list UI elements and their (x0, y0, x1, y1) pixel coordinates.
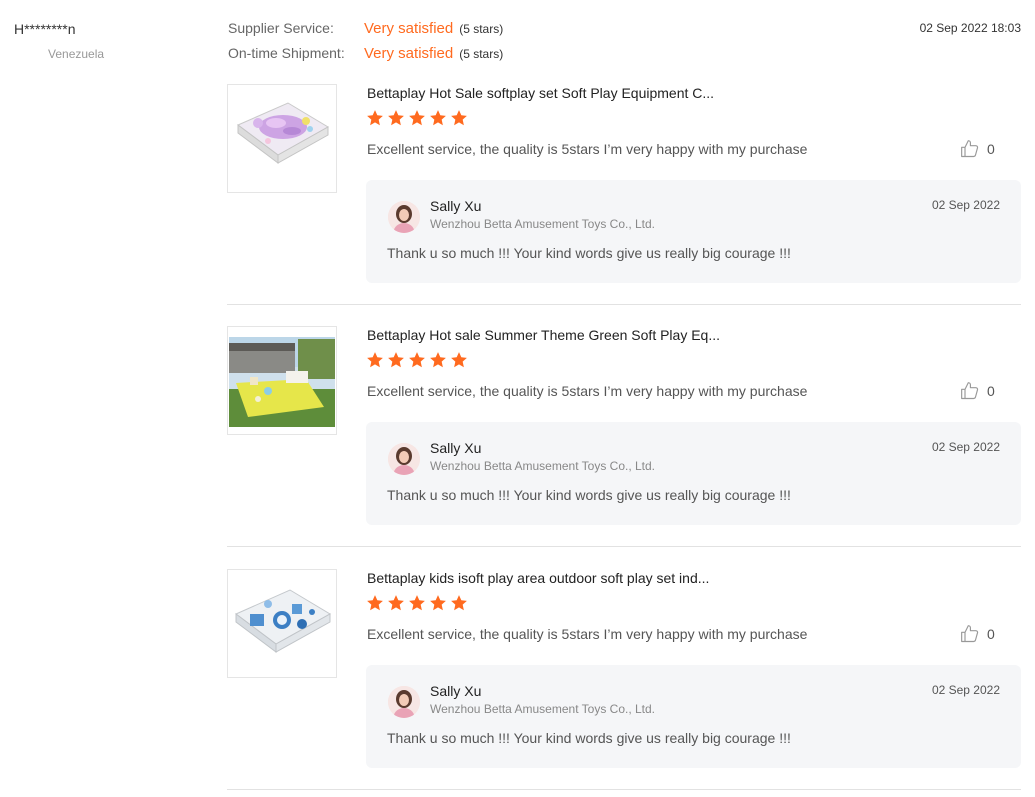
rating-value: Very satisfied (364, 20, 454, 37)
review-item: Bettaplay kids isoft play area outdoor s… (227, 569, 1021, 790)
reply-date: 02 Sep 2022 (931, 440, 1000, 454)
product-thumbnail[interactable] (227, 84, 337, 193)
like-count: 0 (987, 626, 995, 642)
ontime-shipment-rating: On-time Shipment: Very satisfied (5 stars) (228, 45, 503, 62)
star-icon (409, 352, 425, 368)
star-icon (388, 352, 404, 368)
reply-company: Wenzhou Betta Amusement Toys Co., Ltd. (430, 217, 656, 231)
thumbs-up-icon (961, 140, 979, 158)
star-icon (367, 595, 383, 611)
product-thumbnail[interactable] (227, 326, 337, 435)
star-icon (451, 110, 467, 126)
like-count: 0 (987, 141, 995, 157)
star-rating (366, 594, 468, 612)
reply-date: 02 Sep 2022 (931, 198, 1000, 212)
product-thumbnail[interactable] (227, 569, 337, 678)
divider (227, 546, 1021, 547)
rating-value: Very satisfied (364, 45, 454, 62)
rating-stars-text: (5 stars) (459, 47, 504, 61)
star-icon (409, 110, 425, 126)
review-text: Excellent service, the quality is 5stars… (367, 626, 808, 642)
rating-label: On-time Shipment: (228, 45, 345, 61)
like-count: 0 (987, 383, 995, 399)
star-rating (366, 351, 468, 369)
divider (227, 304, 1021, 305)
avatar (388, 443, 420, 475)
review-item: Bettaplay Hot Sale softplay set Soft Pla… (227, 84, 1021, 305)
star-icon (409, 595, 425, 611)
review-date: 02 Sep 2022 18:03 (919, 21, 1021, 35)
star-icon (430, 110, 446, 126)
like-button[interactable]: 0 (960, 624, 995, 644)
reply-date: 02 Sep 2022 (931, 683, 1000, 697)
star-icon (451, 595, 467, 611)
star-icon (430, 595, 446, 611)
star-rating (366, 109, 468, 127)
review-text: Excellent service, the quality is 5stars… (367, 383, 808, 399)
reply-author-name: Sally Xu (430, 683, 482, 699)
star-icon (388, 110, 404, 126)
divider (227, 789, 1021, 790)
review-item: Bettaplay Hot sale Summer Theme Green So… (227, 326, 1021, 547)
star-icon (367, 110, 383, 126)
buyer-name: H********n (14, 21, 76, 37)
supplier-reply: Sally Xu Wenzhou Betta Amusement Toys Co… (366, 422, 1021, 525)
star-icon (451, 352, 467, 368)
avatar (388, 686, 420, 718)
product-title[interactable]: Bettaplay Hot sale Summer Theme Green So… (367, 327, 720, 343)
review-text: Excellent service, the quality is 5stars… (367, 141, 808, 157)
reply-author-name: Sally Xu (430, 198, 482, 214)
product-title[interactable]: Bettaplay kids isoft play area outdoor s… (367, 570, 709, 586)
rating-stars-text: (5 stars) (459, 22, 504, 36)
buyer-country: Venezuela (48, 47, 105, 61)
product-title[interactable]: Bettaplay Hot Sale softplay set Soft Pla… (367, 85, 714, 101)
like-button[interactable]: 0 (960, 139, 995, 159)
avatar (388, 201, 420, 233)
reply-company: Wenzhou Betta Amusement Toys Co., Ltd. (430, 702, 656, 716)
thumbs-up-icon (961, 625, 979, 643)
reply-text: Thank u so much !!! Your kind words give… (387, 730, 791, 746)
supplier-service-rating: Supplier Service: Very satisfied (5 stars) (228, 20, 503, 37)
reply-text: Thank u so much !!! Your kind words give… (387, 245, 791, 261)
star-icon (367, 352, 383, 368)
reply-company: Wenzhou Betta Amusement Toys Co., Ltd. (430, 459, 656, 473)
like-button[interactable]: 0 (960, 381, 995, 401)
reply-text: Thank u so much !!! Your kind words give… (387, 487, 791, 503)
thumbs-up-icon (961, 382, 979, 400)
reply-author-name: Sally Xu (430, 440, 482, 456)
supplier-reply: Sally Xu Wenzhou Betta Amusement Toys Co… (366, 665, 1021, 768)
star-icon (388, 595, 404, 611)
supplier-reply: Sally Xu Wenzhou Betta Amusement Toys Co… (366, 180, 1021, 283)
star-icon (430, 352, 446, 368)
rating-label: Supplier Service: (228, 20, 334, 36)
